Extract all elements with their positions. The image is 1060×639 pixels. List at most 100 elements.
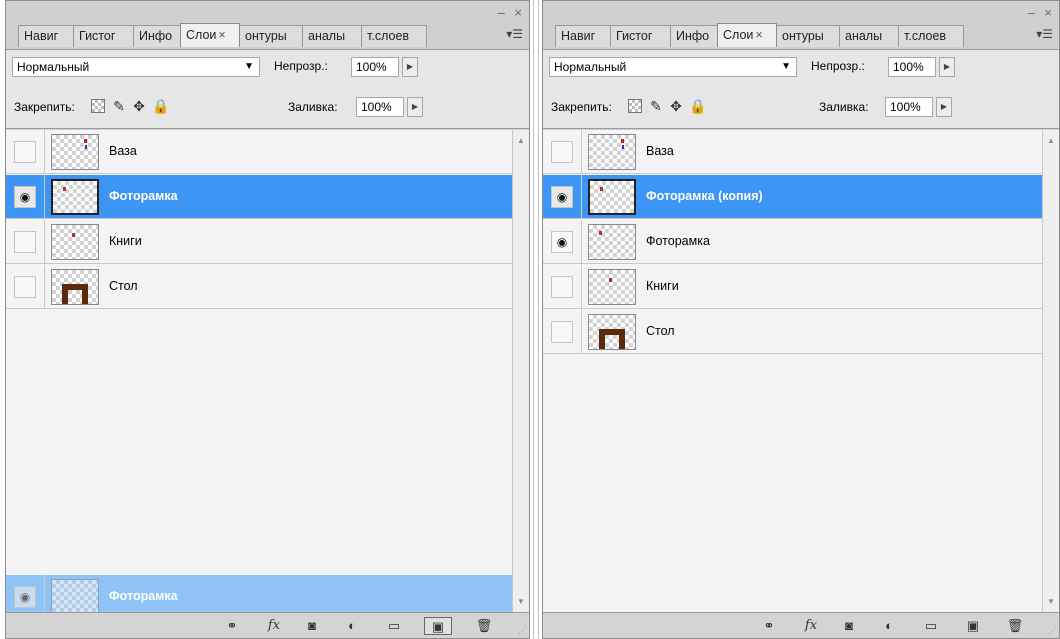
new-layer-icon[interactable]: ▣ xyxy=(963,617,983,635)
blend-mode-select[interactable]: Нормальный ▼ xyxy=(549,57,797,77)
folder-icon[interactable]: ▭ xyxy=(384,617,404,635)
tab-info[interactable]: Инфо xyxy=(133,25,181,47)
tab-channels[interactable]: аналы xyxy=(839,25,899,47)
lock-label: Закрепить: xyxy=(14,100,75,114)
opacity-label: Непрозр.: xyxy=(274,59,328,73)
scrollbar[interactable]: ▲ ▼ xyxy=(1042,130,1059,612)
lock-transparency-icon[interactable] xyxy=(91,99,105,113)
layer-thumbnail xyxy=(588,134,636,170)
adjustment-layer-icon[interactable]: ◐ xyxy=(879,617,899,635)
tab-layer-comps[interactable]: т.слоев xyxy=(898,25,964,47)
eye-icon[interactable]: ◉ xyxy=(14,186,36,208)
opacity-input[interactable]: 100% xyxy=(351,57,399,77)
panel-footer: ⚭ fx ◙ ◐ ▭ ▣ 🗑 ⋰ xyxy=(6,612,529,638)
layer-row[interactable]: Книги xyxy=(543,265,1042,309)
layer-row[interactable]: Стол xyxy=(6,265,512,309)
visibility-toggle[interactable] xyxy=(551,276,573,298)
layer-row-selected[interactable]: ◉ Фоторамка (копия) xyxy=(543,175,1042,219)
brush-icon[interactable]: ✎ xyxy=(112,99,126,113)
opacity-slider-button[interactable]: ▶ xyxy=(939,57,955,77)
layer-name: Книги xyxy=(646,279,679,293)
adjustment-layer-icon[interactable]: ◐ xyxy=(342,617,362,635)
opacity-slider-button[interactable]: ▶ xyxy=(402,57,418,77)
layer-row[interactable]: Стол xyxy=(543,310,1042,354)
lock-transparency-icon[interactable] xyxy=(628,99,642,113)
folder-icon[interactable]: ▭ xyxy=(921,617,941,635)
add-mask-icon[interactable]: ◙ xyxy=(302,617,322,635)
layer-row[interactable]: Ваза xyxy=(6,130,512,174)
opacity-input[interactable]: 100% xyxy=(888,57,936,77)
layer-row[interactable]: Книги xyxy=(6,220,512,264)
layer-thumbnail xyxy=(51,269,99,305)
scroll-up-icon[interactable]: ▲ xyxy=(517,136,525,145)
fx-icon[interactable]: fx xyxy=(264,617,284,635)
layer-name: Стол xyxy=(646,324,675,338)
scroll-down-icon[interactable]: ▼ xyxy=(517,597,525,606)
layer-row[interactable]: Ваза xyxy=(543,130,1042,174)
layer-row[interactable]: ◉ Фоторамка xyxy=(543,220,1042,264)
tab-layer-comps[interactable]: т.слоев xyxy=(361,25,427,47)
link-layers-icon[interactable]: ⚭ xyxy=(759,617,779,635)
lock-icon[interactable]: 🔒 xyxy=(152,99,169,113)
panel-menu-icon[interactable]: ▾☰ xyxy=(506,27,523,41)
eye-icon[interactable]: ◉ xyxy=(551,231,573,253)
blend-row: Нормальный ▼ Непрозр.: 100% ▶ xyxy=(6,49,529,83)
layer-name: Фоторамка xyxy=(109,189,178,203)
visibility-toggle[interactable] xyxy=(14,231,36,253)
trash-icon[interactable]: 🗑 xyxy=(474,617,494,635)
scroll-up-icon[interactable]: ▲ xyxy=(1047,136,1055,145)
chevron-down-icon: ▼ xyxy=(781,61,791,72)
fill-input[interactable]: 100% xyxy=(356,97,404,117)
layer-name: Фоторамка xyxy=(646,234,710,248)
lock-row: Закрепить: ✎ ✥ 🔒 Заливка: 100% ▶ xyxy=(6,83,529,129)
layer-name: Стол xyxy=(109,279,138,293)
lock-row: Закрепить: ✎ ✥ 🔒 Заливка: 100% ▶ xyxy=(543,83,1059,129)
layers-panel-left: – × Навиг Гистог Инфо Слои × онтуры аналы… xyxy=(5,0,530,639)
layer-thumbnail xyxy=(51,134,99,170)
brush-icon[interactable]: ✎ xyxy=(649,99,663,113)
panel-menu-icon[interactable]: ▾☰ xyxy=(1036,27,1053,41)
fill-slider-button[interactable]: ▶ xyxy=(936,97,952,117)
visibility-toggle[interactable] xyxy=(14,141,36,163)
resize-grip-icon[interactable]: ⋰ xyxy=(1048,625,1057,636)
tab-histogram[interactable]: Гистог xyxy=(610,25,671,47)
resize-grip-icon[interactable]: ⋰ xyxy=(518,625,527,636)
fill-slider-button[interactable]: ▶ xyxy=(407,97,423,117)
fill-input[interactable]: 100% xyxy=(885,97,933,117)
fx-icon[interactable]: fx xyxy=(801,617,821,635)
close-tab-icon[interactable]: × xyxy=(755,28,762,42)
tab-navigator[interactable]: Навиг xyxy=(18,25,74,47)
tab-layers[interactable]: Слои × xyxy=(180,23,240,47)
layer-thumbnail xyxy=(51,224,99,260)
link-layers-icon[interactable]: ⚭ xyxy=(222,617,242,635)
close-tab-icon[interactable]: × xyxy=(218,28,225,42)
layer-thumbnail xyxy=(588,314,636,350)
new-layer-icon[interactable]: ▣ xyxy=(424,617,452,635)
tab-channels[interactable]: аналы xyxy=(302,25,362,47)
tab-histogram[interactable]: Гистог xyxy=(73,25,134,47)
window-controls[interactable]: – × xyxy=(498,5,525,20)
lock-icon[interactable]: 🔒 xyxy=(689,99,706,113)
eye-icon[interactable]: ◉ xyxy=(551,186,573,208)
tab-info[interactable]: Инфо xyxy=(670,25,718,47)
visibility-toggle[interactable] xyxy=(551,141,573,163)
tab-layers[interactable]: Слои × xyxy=(717,23,777,47)
scroll-down-icon[interactable]: ▼ xyxy=(1047,597,1055,606)
tab-paths[interactable]: онтуры xyxy=(776,25,840,47)
blend-mode-select[interactable]: Нормальный ▼ xyxy=(12,57,260,77)
scrollbar[interactable]: ▲ ▼ xyxy=(512,130,529,612)
tab-paths[interactable]: онтуры xyxy=(239,25,303,47)
visibility-toggle[interactable] xyxy=(551,321,573,343)
panel-header: – × Навиг Гистог Инфо Слои × онтуры аналы… xyxy=(6,1,529,49)
layer-name: Книги xyxy=(109,234,142,248)
layer-thumbnail xyxy=(588,224,636,260)
move-icon[interactable]: ✥ xyxy=(132,99,146,113)
add-mask-icon[interactable]: ◙ xyxy=(839,617,859,635)
visibility-toggle[interactable] xyxy=(14,276,36,298)
fill-label: Заливка: xyxy=(288,100,338,114)
move-icon[interactable]: ✥ xyxy=(669,99,683,113)
tab-navigator[interactable]: Навиг xyxy=(555,25,611,47)
trash-icon[interactable]: 🗑 xyxy=(1005,617,1025,635)
layer-row-selected[interactable]: ◉ Фоторамка xyxy=(6,175,512,219)
window-controls[interactable]: – × xyxy=(1028,5,1055,20)
